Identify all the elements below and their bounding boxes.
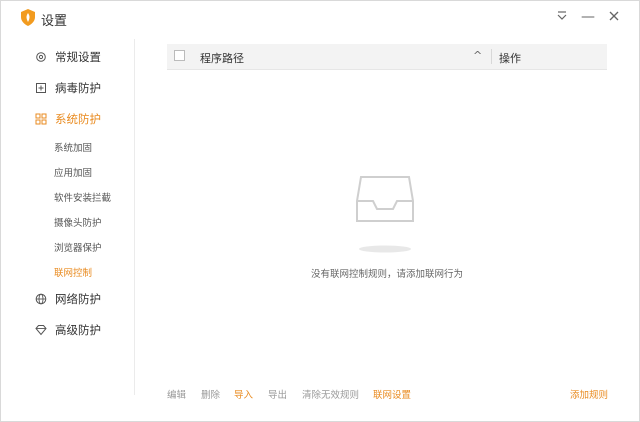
system-grid-icon: [35, 113, 47, 125]
edit-button[interactable]: 编辑: [167, 387, 186, 401]
table-header: 程序路径 ^ 操作: [167, 44, 607, 70]
sidebar-divider: [134, 39, 135, 395]
dropdown-menu-button[interactable]: [552, 7, 572, 27]
window-title: 设置: [41, 14, 68, 29]
dropdown-menu-icon: [557, 11, 567, 20]
sidebar-item-label: 系统防护: [55, 112, 101, 126]
sidebar-subitem-camera[interactable]: 摄像头防护: [54, 215, 102, 229]
sidebar-item-label: 网络防护: [55, 292, 101, 306]
globe-icon: [35, 293, 47, 305]
column-header-path[interactable]: 程序路径: [200, 50, 244, 66]
close-icon: [609, 11, 619, 21]
sidebar-subitem-browser[interactable]: 浏览器保护: [54, 240, 102, 254]
sidebar-item-label: 高级防护: [55, 323, 101, 337]
sidebar-item-label: 病毒防护: [55, 81, 101, 95]
virus-shield-icon: [36, 83, 46, 93]
export-button[interactable]: 导出: [268, 387, 287, 401]
sidebar-item-general[interactable]: 常规设置: [35, 46, 101, 68]
sidebar-item-virus[interactable]: 病毒防护: [35, 77, 101, 99]
settings-window: 设置 — 常规设置 病毒防护 系统防护 系统加固 应用加固 软件安装拦截 摄像头…: [0, 0, 640, 422]
network-settings-button[interactable]: 联网设置: [373, 387, 411, 401]
delete-button[interactable]: 删除: [201, 387, 220, 401]
sidebar-subitem-system-hardening[interactable]: 系统加固: [54, 140, 92, 154]
sidebar-subitem-app-hardening[interactable]: 应用加固: [54, 165, 92, 179]
close-button[interactable]: [604, 7, 624, 27]
column-separator: [491, 49, 492, 64]
add-rule-button[interactable]: 添加规则: [570, 387, 608, 401]
sidebar-item-label: 常规设置: [55, 50, 101, 64]
footer-toolbar: 编辑 删除 导入 导出 清除无效规则 联网设置 添加规则: [167, 387, 608, 401]
minimize-button[interactable]: —: [578, 7, 598, 27]
app-shield-logo-icon: [21, 9, 35, 26]
sidebar-subitem-install-block[interactable]: 软件安装拦截: [54, 190, 111, 204]
clear-invalid-rules-button[interactable]: 清除无效规则: [302, 387, 359, 401]
empty-tray-icon: [356, 176, 414, 253]
diamond-icon: [35, 325, 47, 336]
sidebar-subitem-network-control[interactable]: 联网控制: [54, 265, 92, 279]
minimize-icon: —: [581, 9, 595, 25]
sidebar-item-network[interactable]: 网络防护: [35, 288, 101, 310]
gear-icon: [36, 52, 46, 62]
sort-ascending-icon[interactable]: ^: [473, 49, 482, 62]
empty-state-message: 没有联网控制规则，请添加联网行为: [310, 269, 463, 280]
title-bar: 设置 —: [1, 1, 639, 35]
column-header-action: 操作: [499, 52, 521, 65]
sidebar-item-system[interactable]: 系统防护: [35, 108, 101, 130]
sidebar-item-advanced[interactable]: 高级防护: [35, 319, 101, 341]
import-button[interactable]: 导入: [234, 387, 253, 401]
select-all-checkbox[interactable]: [174, 50, 185, 61]
